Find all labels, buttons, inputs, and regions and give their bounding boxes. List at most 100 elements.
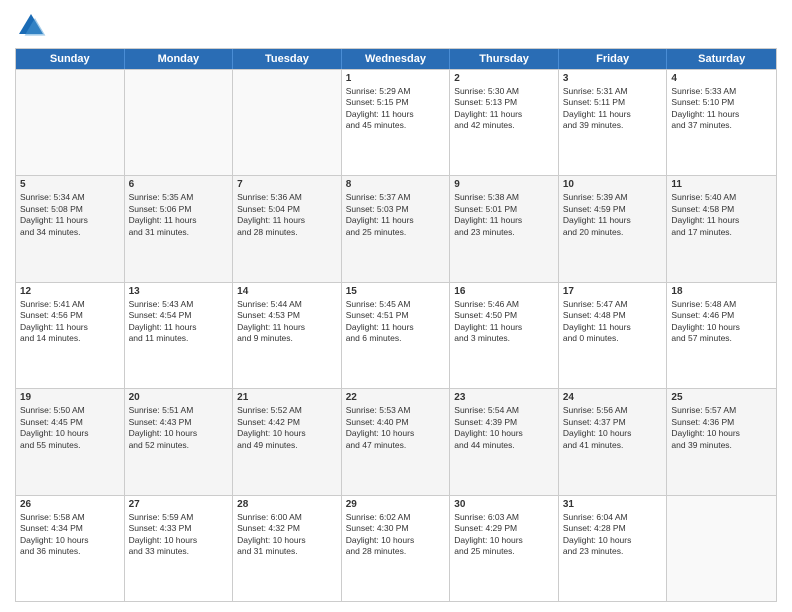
day-number: 11 — [671, 179, 772, 190]
calendar-row-4: 26 Sunrise: 5:58 AM Sunset: 4:34 PM Dayli… — [16, 495, 776, 601]
day-cell-18: 18Sunrise: 5:48 AM Sunset: 4:46 PM Dayli… — [667, 283, 776, 388]
day-cell-12: 12 Sunrise: 5:41 AM Sunset: 4:56 PM Dayli… — [16, 283, 125, 388]
day-info: Sunrise: 5:52 AM Sunset: 4:42 PM Dayligh… — [237, 405, 337, 451]
day-info: Sunrise: 5:33 AM Sunset: 5:10 PM Dayligh… — [671, 86, 772, 132]
day-number: 26 — [20, 499, 120, 510]
day-number: 25 — [671, 392, 772, 403]
day-info: Sunrise: 5:45 AM Sunset: 4:51 PM Dayligh… — [346, 299, 446, 345]
day-number: 4 — [671, 73, 772, 84]
day-info: Sunrise: 5:30 AM Sunset: 5:13 PM Dayligh… — [454, 86, 554, 132]
calendar-body: 1 Sunrise: 5:29 AM Sunset: 5:15 PM Daylig… — [16, 69, 776, 601]
day-cell-19: 19Sunrise: 5:50 AM Sunset: 4:45 PM Dayli… — [16, 389, 125, 494]
day-info: Sunrise: 5:34 AM Sunset: 5:08 PM Dayligh… — [20, 192, 120, 238]
header-day-wednesday: Wednesday — [342, 49, 451, 69]
day-info: Sunrise: 5:44 AM Sunset: 4:53 PM Dayligh… — [237, 299, 337, 345]
day-info: Sunrise: 6:00 AM Sunset: 4:32 PM Dayligh… — [237, 512, 337, 558]
day-cell-8: 8 Sunrise: 5:37 AM Sunset: 5:03 PM Daylig… — [342, 176, 451, 281]
day-number: 15 — [346, 286, 446, 297]
day-number: 8 — [346, 179, 446, 190]
day-info: Sunrise: 5:58 AM Sunset: 4:34 PM Dayligh… — [20, 512, 120, 558]
day-cell-2: 2 Sunrise: 5:30 AM Sunset: 5:13 PM Daylig… — [450, 70, 559, 175]
day-info: Sunrise: 6:03 AM Sunset: 4:29 PM Dayligh… — [454, 512, 554, 558]
day-info: Sunrise: 5:35 AM Sunset: 5:06 PM Dayligh… — [129, 192, 229, 238]
day-info: Sunrise: 5:37 AM Sunset: 5:03 PM Dayligh… — [346, 192, 446, 238]
day-cell-30: 30 Sunrise: 6:03 AM Sunset: 4:29 PM Dayli… — [450, 496, 559, 601]
day-number: 16 — [454, 286, 554, 297]
day-info: Sunrise: 5:39 AM Sunset: 4:59 PM Dayligh… — [563, 192, 663, 238]
day-cell-24: 24 Sunrise: 5:56 AM Sunset: 4:37 PM Dayli… — [559, 389, 668, 494]
day-info: Sunrise: 5:31 AM Sunset: 5:11 PM Dayligh… — [563, 86, 663, 132]
day-info: Sunrise: 5:48 AM Sunset: 4:46 PM Dayligh… — [671, 299, 772, 345]
day-number: 24 — [563, 392, 663, 403]
day-number: 17 — [563, 286, 663, 297]
page: SundayMondayTuesdayWednesdayThursdayFrid… — [0, 0, 792, 612]
day-cell-7: 7 Sunrise: 5:36 AM Sunset: 5:04 PM Daylig… — [233, 176, 342, 281]
header-day-saturday: Saturday — [667, 49, 776, 69]
day-info: Sunrise: 5:50 AM Sunset: 4:45 PM Dayligh… — [20, 405, 120, 451]
day-info: Sunrise: 5:51 AM Sunset: 4:43 PM Dayligh… — [129, 405, 229, 451]
day-number: 12 — [20, 286, 120, 297]
day-cell-14: 14 Sunrise: 5:44 AM Sunset: 4:53 PM Dayli… — [233, 283, 342, 388]
day-number: 27 — [129, 499, 229, 510]
day-number: 1 — [346, 73, 446, 84]
calendar-header: SundayMondayTuesdayWednesdayThursdayFrid… — [16, 49, 776, 69]
day-number: 31 — [563, 499, 663, 510]
day-number: 7 — [237, 179, 337, 190]
day-cell-25: 25 Sunrise: 5:57 AM Sunset: 4:36 PM Dayli… — [667, 389, 776, 494]
day-cell-28: 28 Sunrise: 6:00 AM Sunset: 4:32 PM Dayli… — [233, 496, 342, 601]
day-info: Sunrise: 5:46 AM Sunset: 4:50 PM Dayligh… — [454, 299, 554, 345]
day-info: Sunrise: 5:53 AM Sunset: 4:40 PM Dayligh… — [346, 405, 446, 451]
header — [15, 10, 777, 42]
header-day-sunday: Sunday — [16, 49, 125, 69]
day-cell-23: 23Sunrise: 5:54 AM Sunset: 4:39 PM Dayli… — [450, 389, 559, 494]
day-info: Sunrise: 6:04 AM Sunset: 4:28 PM Dayligh… — [563, 512, 663, 558]
day-cell-27: 27Sunrise: 5:59 AM Sunset: 4:33 PM Dayli… — [125, 496, 234, 601]
day-info: Sunrise: 5:57 AM Sunset: 4:36 PM Dayligh… — [671, 405, 772, 451]
day-info: Sunrise: 5:56 AM Sunset: 4:37 PM Dayligh… — [563, 405, 663, 451]
empty-cell — [16, 70, 125, 175]
day-cell-6: 6Sunrise: 5:35 AM Sunset: 5:06 PM Daylig… — [125, 176, 234, 281]
day-cell-17: 17Sunrise: 5:47 AM Sunset: 4:48 PM Dayli… — [559, 283, 668, 388]
day-info: Sunrise: 5:38 AM Sunset: 5:01 PM Dayligh… — [454, 192, 554, 238]
calendar-row-3: 19Sunrise: 5:50 AM Sunset: 4:45 PM Dayli… — [16, 388, 776, 494]
day-number: 28 — [237, 499, 337, 510]
day-number: 29 — [346, 499, 446, 510]
day-number: 10 — [563, 179, 663, 190]
day-cell-31: 31 Sunrise: 6:04 AM Sunset: 4:28 PM Dayli… — [559, 496, 668, 601]
day-cell-29: 29Sunrise: 6:02 AM Sunset: 4:30 PM Dayli… — [342, 496, 451, 601]
day-cell-21: 21 Sunrise: 5:52 AM Sunset: 4:42 PM Dayli… — [233, 389, 342, 494]
day-number: 21 — [237, 392, 337, 403]
day-info: Sunrise: 5:43 AM Sunset: 4:54 PM Dayligh… — [129, 299, 229, 345]
day-cell-9: 9Sunrise: 5:38 AM Sunset: 5:01 PM Daylig… — [450, 176, 559, 281]
day-number: 2 — [454, 73, 554, 84]
day-info: Sunrise: 5:40 AM Sunset: 4:58 PM Dayligh… — [671, 192, 772, 238]
day-cell-10: 10 Sunrise: 5:39 AM Sunset: 4:59 PM Dayli… — [559, 176, 668, 281]
day-number: 22 — [346, 392, 446, 403]
day-info: Sunrise: 5:54 AM Sunset: 4:39 PM Dayligh… — [454, 405, 554, 451]
calendar-row-1: 5 Sunrise: 5:34 AM Sunset: 5:08 PM Daylig… — [16, 175, 776, 281]
day-info: Sunrise: 5:41 AM Sunset: 4:56 PM Dayligh… — [20, 299, 120, 345]
day-cell-16: 16 Sunrise: 5:46 AM Sunset: 4:50 PM Dayli… — [450, 283, 559, 388]
calendar-row-0: 1 Sunrise: 5:29 AM Sunset: 5:15 PM Daylig… — [16, 69, 776, 175]
empty-cell — [125, 70, 234, 175]
day-number: 14 — [237, 286, 337, 297]
calendar-row-2: 12 Sunrise: 5:41 AM Sunset: 4:56 PM Dayli… — [16, 282, 776, 388]
day-number: 30 — [454, 499, 554, 510]
day-info: Sunrise: 5:36 AM Sunset: 5:04 PM Dayligh… — [237, 192, 337, 238]
day-cell-20: 20 Sunrise: 5:51 AM Sunset: 4:43 PM Dayli… — [125, 389, 234, 494]
logo — [15, 10, 51, 42]
empty-cell — [233, 70, 342, 175]
day-cell-5: 5 Sunrise: 5:34 AM Sunset: 5:08 PM Daylig… — [16, 176, 125, 281]
header-day-monday: Monday — [125, 49, 234, 69]
day-number: 3 — [563, 73, 663, 84]
header-day-tuesday: Tuesday — [233, 49, 342, 69]
day-cell-11: 11 Sunrise: 5:40 AM Sunset: 4:58 PM Dayli… — [667, 176, 776, 281]
day-info: Sunrise: 5:29 AM Sunset: 5:15 PM Dayligh… — [346, 86, 446, 132]
logo-icon — [15, 10, 47, 42]
day-number: 13 — [129, 286, 229, 297]
header-day-friday: Friday — [559, 49, 668, 69]
day-number: 20 — [129, 392, 229, 403]
day-number: 5 — [20, 179, 120, 190]
day-cell-13: 13 Sunrise: 5:43 AM Sunset: 4:54 PM Dayli… — [125, 283, 234, 388]
day-cell-1: 1 Sunrise: 5:29 AM Sunset: 5:15 PM Daylig… — [342, 70, 451, 175]
